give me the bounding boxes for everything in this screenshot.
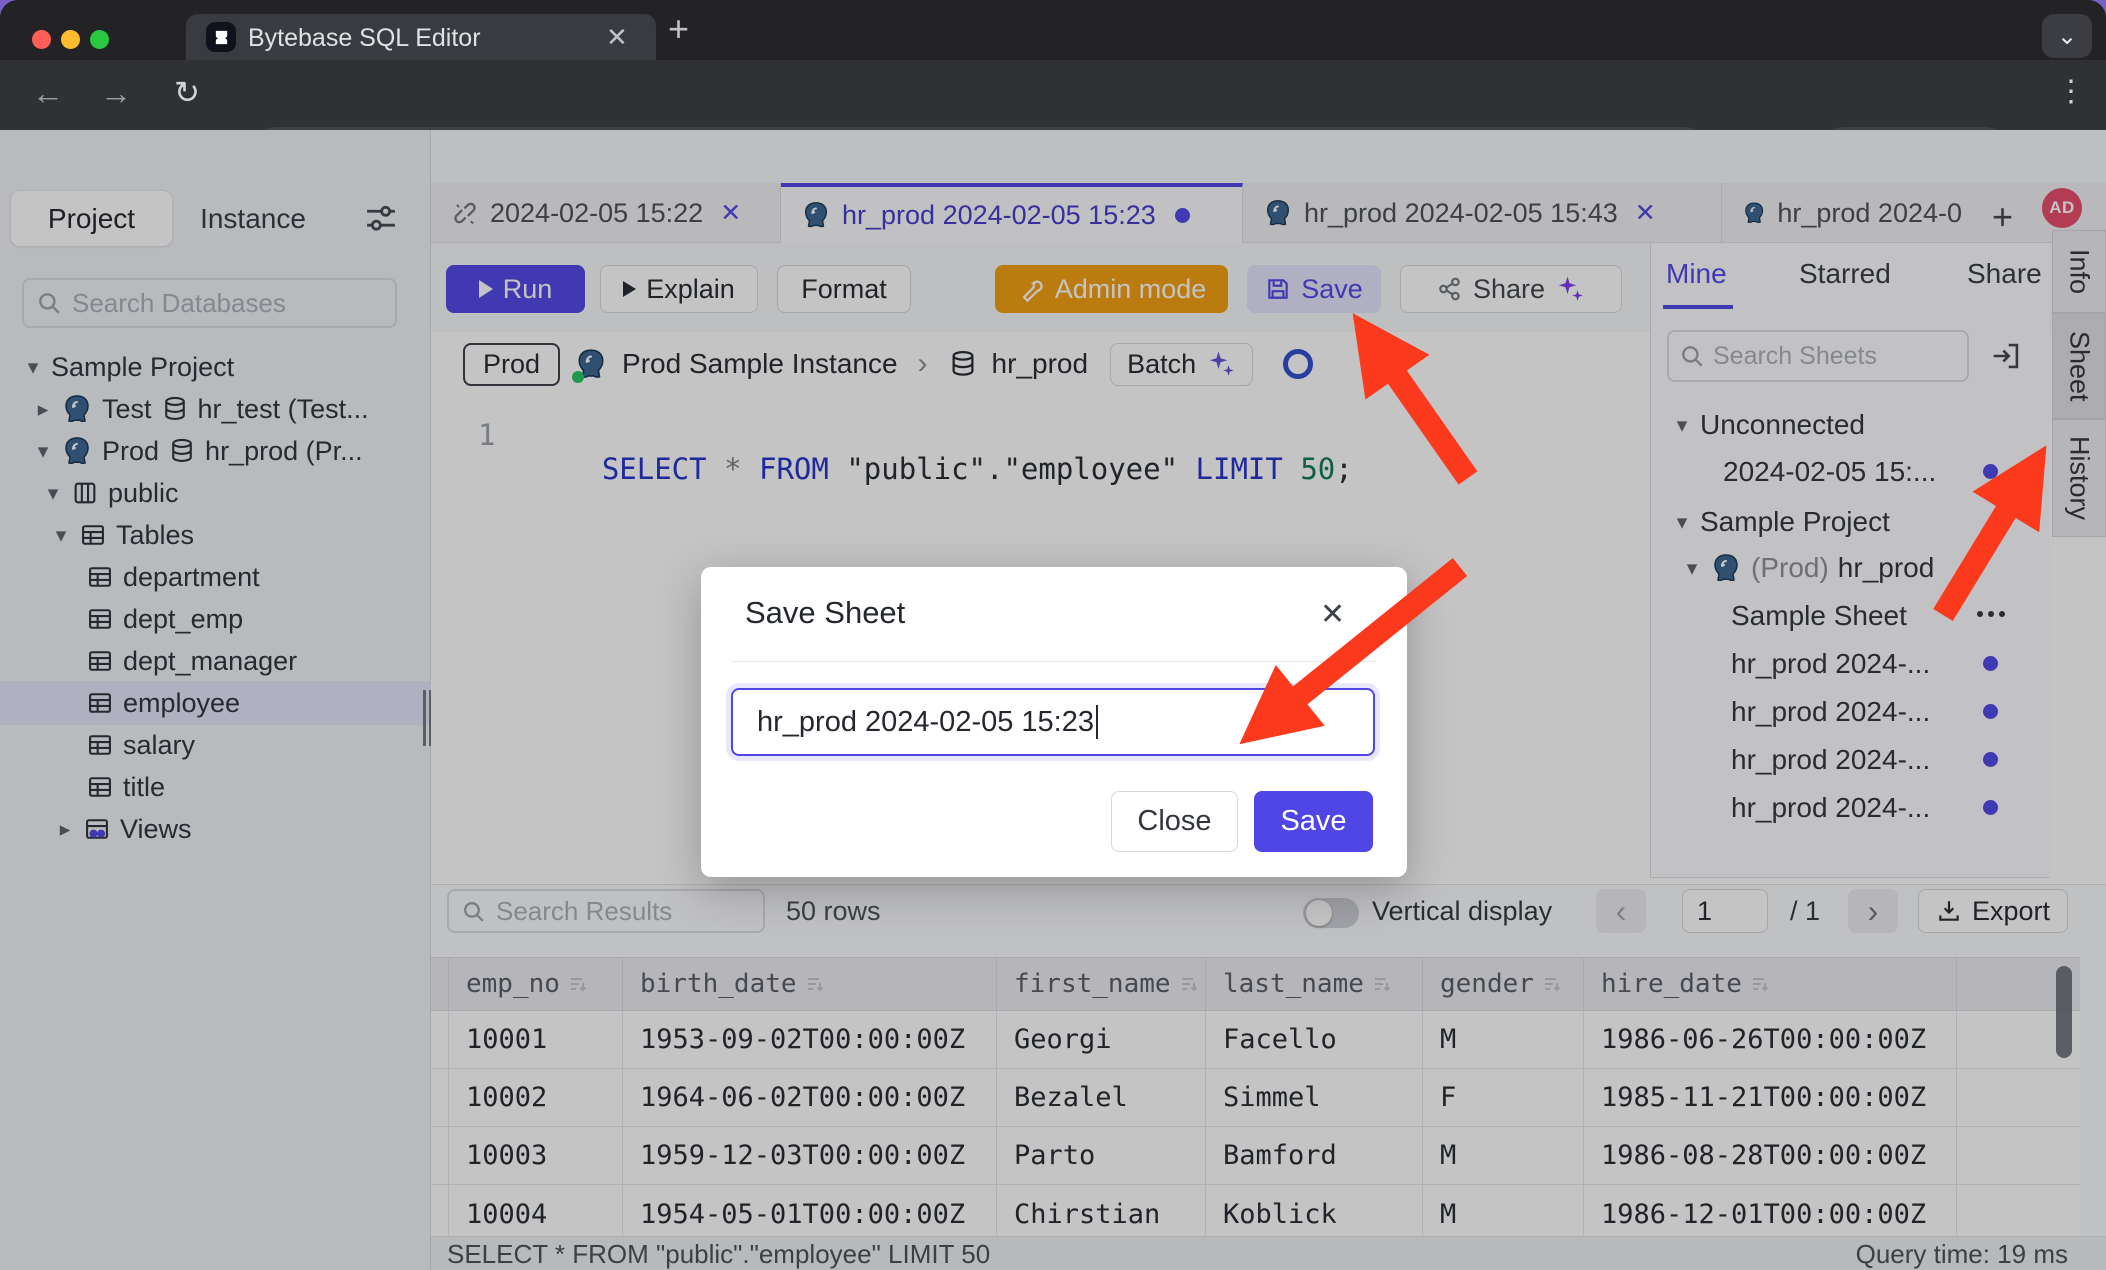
arrow-to-save-button	[1384, 358, 1468, 478]
arrow-to-sheet-tab	[1943, 492, 2018, 615]
annotation-arrows	[0, 0, 2106, 1270]
screen: Bytebase SQL Editor ✕ + ⌄ ← → ↻ localhos…	[0, 0, 2106, 1270]
browser-window: Bytebase SQL Editor ✕ + ⌄ ← → ↻ localhos…	[0, 0, 2106, 1270]
arrow-to-sheet-input	[1282, 567, 1460, 710]
